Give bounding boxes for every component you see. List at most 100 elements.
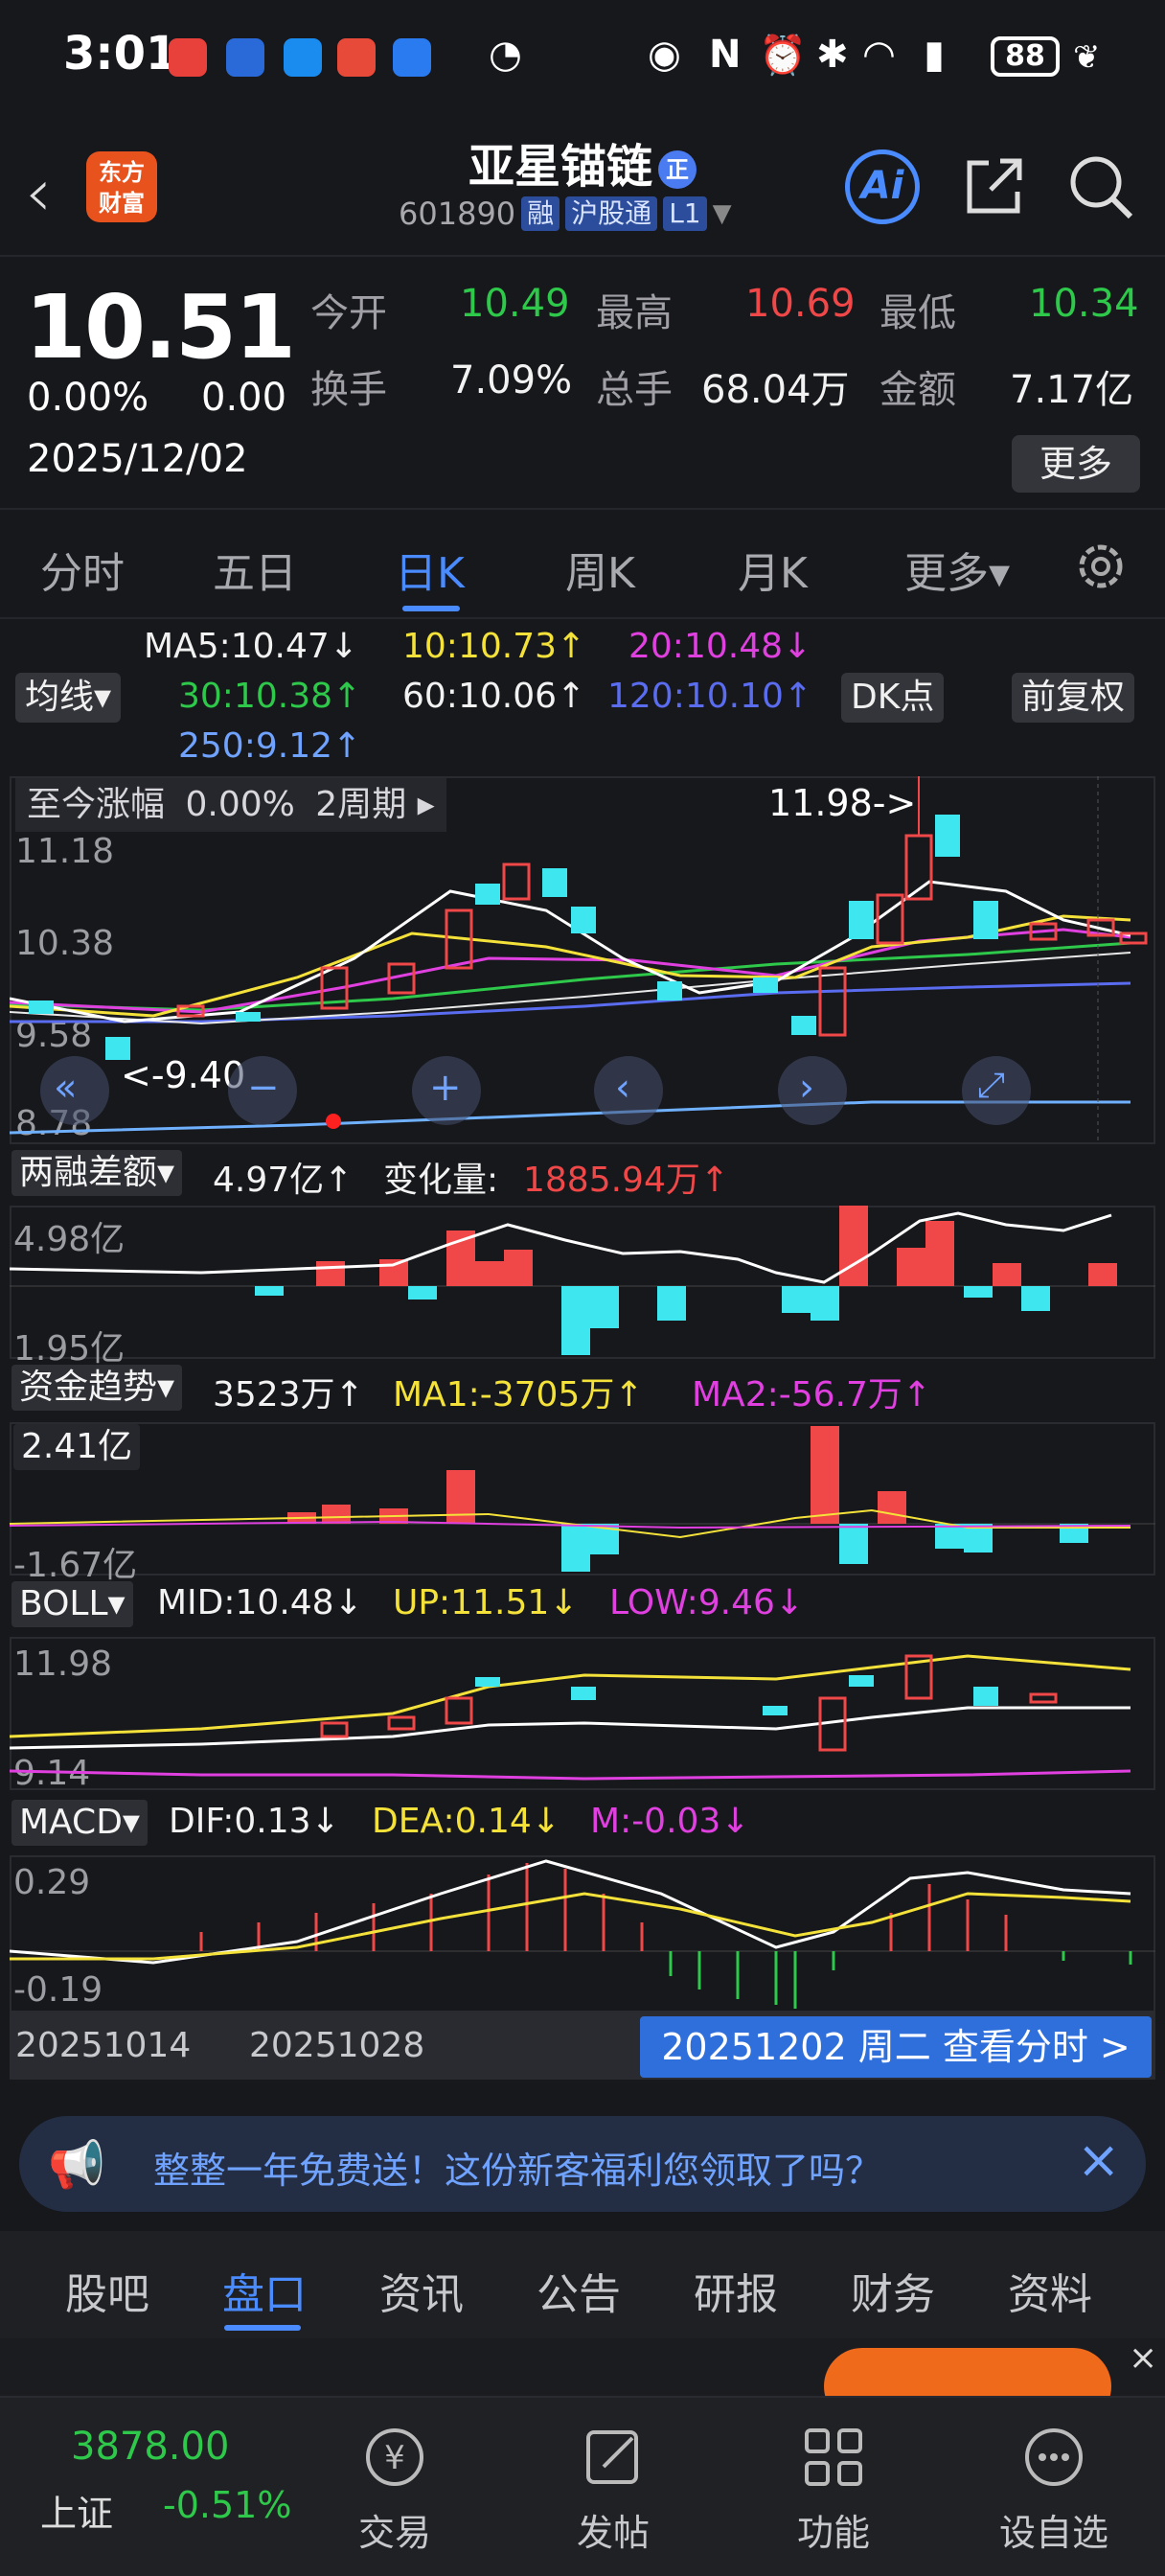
open-label: 今开 (310, 291, 387, 335)
index-name[interactable]: 上证 (40, 2484, 113, 2537)
fund-value: 3523万↑ (213, 1375, 364, 1414)
zoom-out-icon[interactable]: − (247, 1066, 280, 1110)
tag-connect: 沪股通 (565, 196, 658, 231)
search-icon[interactable] (1067, 153, 1134, 220)
alarm-icon: ⏰ (759, 34, 807, 78)
signal-icon: ▮ (924, 33, 946, 77)
tab-news[interactable]: 资讯 (379, 2260, 464, 2321)
rewind-icon[interactable]: « (54, 1066, 77, 1110)
tab-profile[interactable]: 资料 (1008, 2260, 1092, 2321)
zoom-in-icon[interactable]: + (429, 1066, 462, 1110)
more-button[interactable]: 更多 (1012, 435, 1140, 493)
nav-functions[interactable]: 功能 (766, 2503, 901, 2556)
nav-add-watchlist[interactable]: 设自选 (987, 2503, 1121, 2556)
huawei-app-icon (169, 38, 207, 77)
margin-indicator-selector[interactable]: 两融差额▾ (11, 1150, 183, 1196)
tab-five-day[interactable]: 五日 (213, 539, 297, 600)
fund-ma1: MA1:-3705万↑ (393, 1375, 644, 1414)
ma-selector[interactable]: 均线▾ (15, 673, 122, 723)
post-icon[interactable] (575, 2419, 651, 2496)
trade-icon[interactable]: ¥ (356, 2419, 433, 2496)
quote-panel: 10.51 0.00% 0.00 2025/12/02 今开 10.49 最高 … (0, 255, 1165, 508)
low-value: 10.34 (1029, 282, 1139, 326)
ma20-legend: 20:10.48↓ (628, 627, 812, 666)
bottom-navbar: 3878.00 上证 -0.51% ¥ 交易 发帖 功能 设自选 (0, 2396, 1165, 2576)
volume-label: 总手 (596, 368, 673, 412)
ad-strip[interactable]: × (0, 2338, 1165, 2396)
boll-chart (10, 1654, 1131, 1781)
macd-m: M:-0.03↓ (590, 1802, 750, 1841)
candles (29, 776, 1148, 1060)
status-time: 3:01 (63, 27, 178, 80)
tab-monthly-k[interactable]: 月K (738, 539, 808, 600)
adjust-selector[interactable]: 前复权 (1012, 673, 1135, 723)
ad-button[interactable] (824, 2348, 1111, 2396)
alipay-icon (284, 38, 322, 77)
ma120-legend: 120:10.10↑ (607, 677, 813, 716)
tab-more[interactable]: 更多▾ (904, 539, 1010, 600)
ai-button[interactable]: Ai (845, 150, 920, 224)
tag-margin: 融 (521, 196, 560, 231)
fund-ma2: MA2:-56.7万↑ (692, 1375, 932, 1414)
macd-dea: DEA:0.14↓ (372, 1802, 560, 1841)
fullscreen-icon[interactable]: ⤢ (977, 1066, 1005, 1106)
dk-point-toggle[interactable]: DK点 (841, 673, 945, 723)
app-icon (337, 38, 376, 77)
status-bar: 3:01 ◔ ◉ N ⏰ ✱ ◠ ▮ 88 ❦ (0, 0, 1165, 115)
functions-icon[interactable] (795, 2419, 872, 2496)
ma30-legend: 30:10.38↑ (178, 677, 362, 716)
margin-value: 4.97亿↑ (213, 1161, 354, 1200)
active-tab-indicator (224, 2325, 301, 2331)
prev-icon[interactable]: ‹ (615, 1066, 630, 1110)
ma60-legend: 60:10.06↑ (402, 677, 586, 716)
tab-order-book[interactable]: 盘口 (222, 2260, 307, 2321)
tab-forum[interactable]: 股吧 (65, 2260, 149, 2321)
eye-icon: ◉ (648, 33, 681, 77)
volume-value: 68.04万 (701, 368, 850, 412)
stock-code-row: 601890 融 沪股通 L1 ▼ (399, 196, 732, 232)
nav-trade[interactable]: 交易 (328, 2503, 462, 2556)
stock-name: 亚星锚链 (468, 140, 652, 194)
gear-icon[interactable] (1073, 539, 1129, 594)
tab-announcements[interactable]: 公告 (537, 2260, 621, 2321)
ma5-legend: MA5:10.47↓ (144, 627, 358, 666)
high-label: 最高 (596, 291, 673, 335)
zheng-badge: 正 (658, 150, 697, 189)
more-icon[interactable] (1016, 2419, 1092, 2496)
index-value[interactable]: 3878.00 (71, 2425, 229, 2469)
wifi-icon: ◠ (862, 33, 896, 77)
close-icon[interactable]: × (1129, 2338, 1157, 2378)
amount-value: 7.17亿 (1010, 368, 1134, 412)
view-intraday-button[interactable]: 20251202 周二 查看分时 > (640, 2016, 1152, 2078)
nav-post[interactable]: 发帖 (546, 2503, 680, 2556)
date-label: 20251014 (15, 2026, 192, 2065)
index-change[interactable]: -0.51% (163, 2484, 291, 2526)
boll-indicator-selector[interactable]: BOLL▾ (11, 1581, 133, 1627)
tab-research[interactable]: 研报 (694, 2260, 778, 2321)
tab-financials[interactable]: 财务 (851, 2260, 935, 2321)
ma250-legend: 250:9.12↑ (178, 726, 362, 766)
tab-weekly-k[interactable]: 周K (565, 539, 635, 600)
bottom-content-tabs: 股吧 盘口 资讯 公告 研报 财务 资料 (0, 2231, 1165, 2338)
close-icon[interactable]: × (1077, 2129, 1120, 2190)
high-value: 10.69 (745, 282, 856, 326)
tag-level: L1 (663, 196, 707, 231)
fund-indicator-selector[interactable]: 资金趋势▾ (11, 1365, 183, 1411)
macd-dif: DIF:0.13↓ (169, 1802, 340, 1841)
macd-indicator-selector[interactable]: MACD▾ (11, 1800, 148, 1846)
chevron-down-icon[interactable]: ▼ (713, 199, 732, 228)
boll-up: UP:11.51↓ (393, 1583, 579, 1622)
turnover-value: 7.09% (450, 358, 573, 402)
promo-banner[interactable]: 📢 整整一年免费送！这份新客福利您领取了吗？ × (19, 2116, 1146, 2212)
next-icon[interactable]: › (799, 1066, 814, 1110)
change-percent: 0.00% (27, 376, 149, 420)
margin-chart (10, 1206, 1155, 1355)
app-icon (226, 38, 264, 77)
share-icon[interactable] (962, 153, 1027, 218)
quote-date: 2025/12/02 (27, 437, 248, 481)
stock-header: ‹ 东方 财富 亚星锚链正 601890 融 沪股通 L1 ▼ Ai (0, 125, 1165, 249)
nfc-icon: N (709, 33, 742, 77)
tab-daily-k[interactable]: 日K (395, 539, 465, 600)
date-label: 20251028 (249, 2026, 425, 2065)
tab-intraday[interactable]: 分时 (40, 539, 125, 600)
